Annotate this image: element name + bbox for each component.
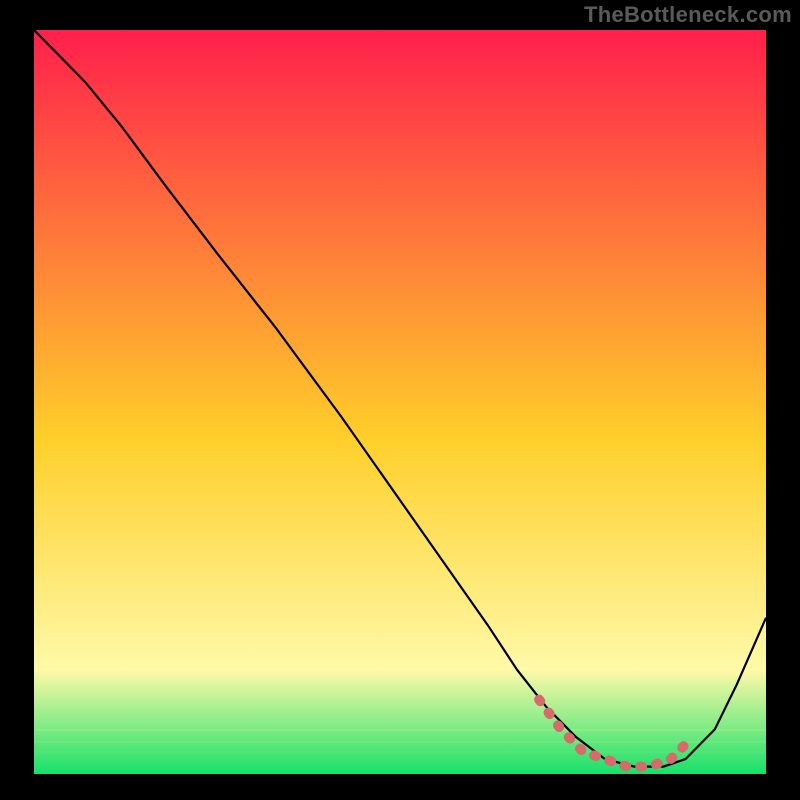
chart-svg <box>34 30 766 774</box>
chart-plot-area <box>34 30 766 774</box>
watermark-text: TheBottleneck.com <box>584 2 792 28</box>
chart-frame: TheBottleneck.com <box>0 0 800 800</box>
gradient-background <box>34 30 766 774</box>
